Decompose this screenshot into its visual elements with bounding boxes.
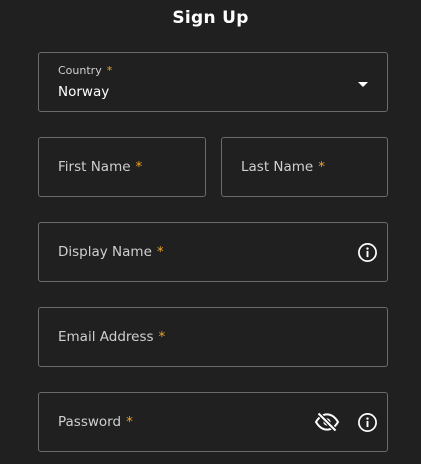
first-name-label: First Name * (58, 159, 143, 175)
required-marker: * (135, 159, 143, 175)
last-name-field[interactable]: Last Name * (221, 137, 388, 197)
password-field[interactable]: Password * (38, 392, 388, 452)
signup-form: Sign Up Country * Norway First Name * Last… (0, 0, 421, 464)
country-select[interactable]: Country * Norway (38, 52, 388, 112)
chevron-down-icon (358, 82, 368, 87)
last-name-label: Last Name * (241, 159, 325, 175)
required-marker: * (106, 64, 113, 77)
email-field[interactable]: Email Address * (38, 307, 388, 367)
country-value: Norway (58, 84, 110, 100)
required-marker: * (318, 159, 325, 175)
password-label: Password * (58, 414, 133, 430)
required-marker: * (156, 244, 164, 260)
display-name-field[interactable]: Display Name * (38, 222, 388, 282)
info-icon[interactable] (356, 241, 378, 263)
first-name-field[interactable]: First Name * (38, 137, 206, 197)
country-label: Country * (58, 64, 113, 77)
email-label: Email Address * (58, 329, 166, 345)
eye-slash-icon[interactable] (314, 411, 340, 433)
display-name-label: Display Name * (58, 244, 164, 260)
required-marker: * (126, 414, 133, 430)
required-marker: * (158, 329, 166, 345)
info-icon[interactable] (356, 411, 378, 433)
page-title: Sign Up (172, 8, 249, 28)
